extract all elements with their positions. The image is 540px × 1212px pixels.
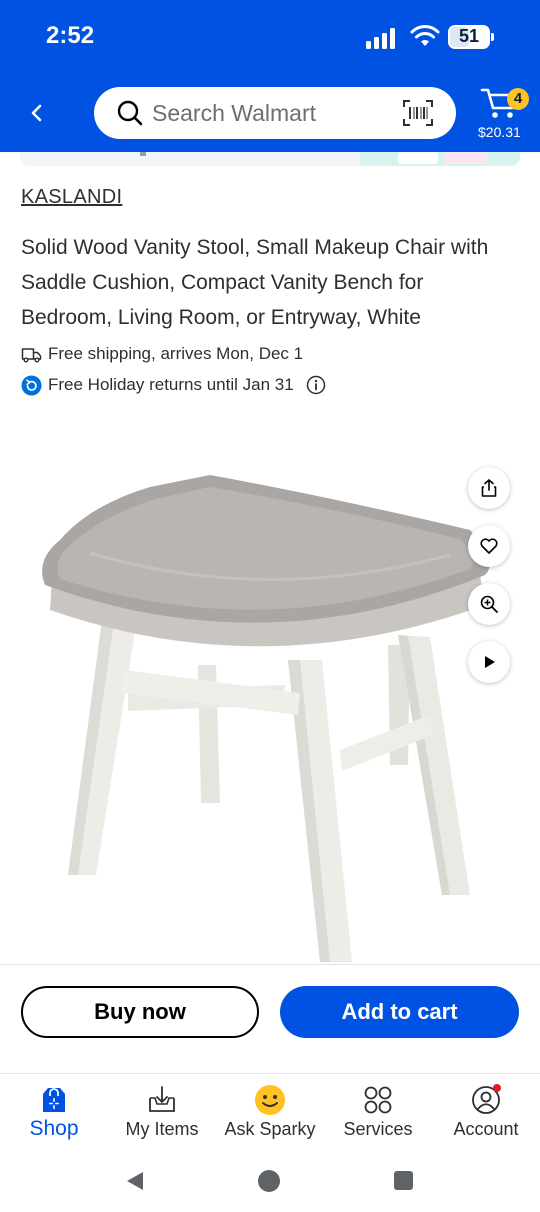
brand-link[interactable]: KASLANDI	[21, 186, 122, 209]
nav-item-my-items[interactable]: My Items	[108, 1076, 216, 1146]
app-header: 2:52 51 Search Walmart 4 $20.31	[0, 0, 540, 152]
account-icon	[472, 1084, 501, 1114]
services-icon	[364, 1086, 392, 1114]
shop-icon	[43, 1088, 65, 1112]
system-back-icon[interactable]	[124, 1170, 146, 1192]
sparky-icon	[255, 1085, 285, 1115]
battery-indicator: 51	[448, 25, 494, 49]
returns-icon	[21, 375, 42, 395]
cellular-signal-icon	[366, 28, 395, 49]
add-to-cart-button[interactable]: Add to cart	[280, 986, 519, 1038]
nav-label: Services	[343, 1119, 413, 1139]
status-bar: 2:52 51	[0, 0, 540, 72]
promo-banner[interactable]	[20, 152, 520, 166]
nav-item-account[interactable]: Account	[432, 1076, 540, 1146]
divider	[0, 964, 540, 965]
shipping-text: Free shipping, arrives Mon, Dec 1	[48, 344, 304, 363]
share-button[interactable]	[468, 467, 510, 509]
nav-label: Shop	[29, 1117, 79, 1140]
returns-text: Free Holiday returns until Jan 31	[48, 375, 294, 394]
divider	[0, 1073, 540, 1074]
nav-label: My Items	[125, 1119, 199, 1139]
my-items-icon	[149, 1086, 175, 1112]
product-title: Solid Wood Vanity Stool, Small Makeup Ch…	[21, 236, 489, 329]
cart-count-badge: 4	[507, 88, 529, 110]
zoom-in-icon	[480, 595, 498, 613]
back-arrow-icon[interactable]	[22, 96, 52, 130]
favorite-button[interactable]	[468, 525, 510, 567]
play-video-button[interactable]	[468, 641, 510, 683]
shipping-info: Free shipping, arrives Mon, Dec 1	[21, 342, 303, 366]
cart-total: $20.31	[478, 124, 521, 140]
status-time: 2:52	[46, 22, 95, 49]
wifi-icon	[410, 25, 440, 46]
nav-item-ask-sparky[interactable]: Ask Sparky	[216, 1076, 324, 1146]
nav-label: Account	[453, 1119, 519, 1139]
truck-icon	[21, 347, 42, 362]
share-icon	[481, 479, 497, 497]
system-navigation-bar	[0, 1150, 540, 1212]
bottom-nav: Shop My Items Ask Sparky Services Accoun…	[0, 1076, 540, 1146]
nav-item-services[interactable]: Services	[324, 1076, 432, 1146]
promo-banner-image	[360, 152, 520, 166]
heart-icon	[480, 538, 498, 554]
system-home-icon[interactable]	[258, 1170, 280, 1192]
search-icon	[117, 100, 143, 126]
info-icon[interactable]	[306, 375, 326, 395]
cart-button[interactable]: 4 $20.31	[476, 84, 536, 144]
product-image[interactable]	[30, 465, 500, 965]
search-input[interactable]	[152, 87, 392, 139]
returns-info: Free Holiday returns until Jan 31	[21, 373, 326, 397]
nav-label: Ask Sparky	[224, 1119, 316, 1139]
search-bar[interactable]	[94, 87, 456, 139]
system-recents-icon[interactable]	[394, 1171, 413, 1190]
buy-now-button[interactable]: Buy now	[21, 986, 259, 1038]
zoom-button[interactable]	[468, 583, 510, 625]
play-icon	[485, 656, 495, 668]
barcode-scan-icon[interactable]	[402, 99, 434, 127]
nav-item-shop[interactable]: Shop	[0, 1076, 108, 1146]
battery-level: 51	[458, 26, 480, 46]
